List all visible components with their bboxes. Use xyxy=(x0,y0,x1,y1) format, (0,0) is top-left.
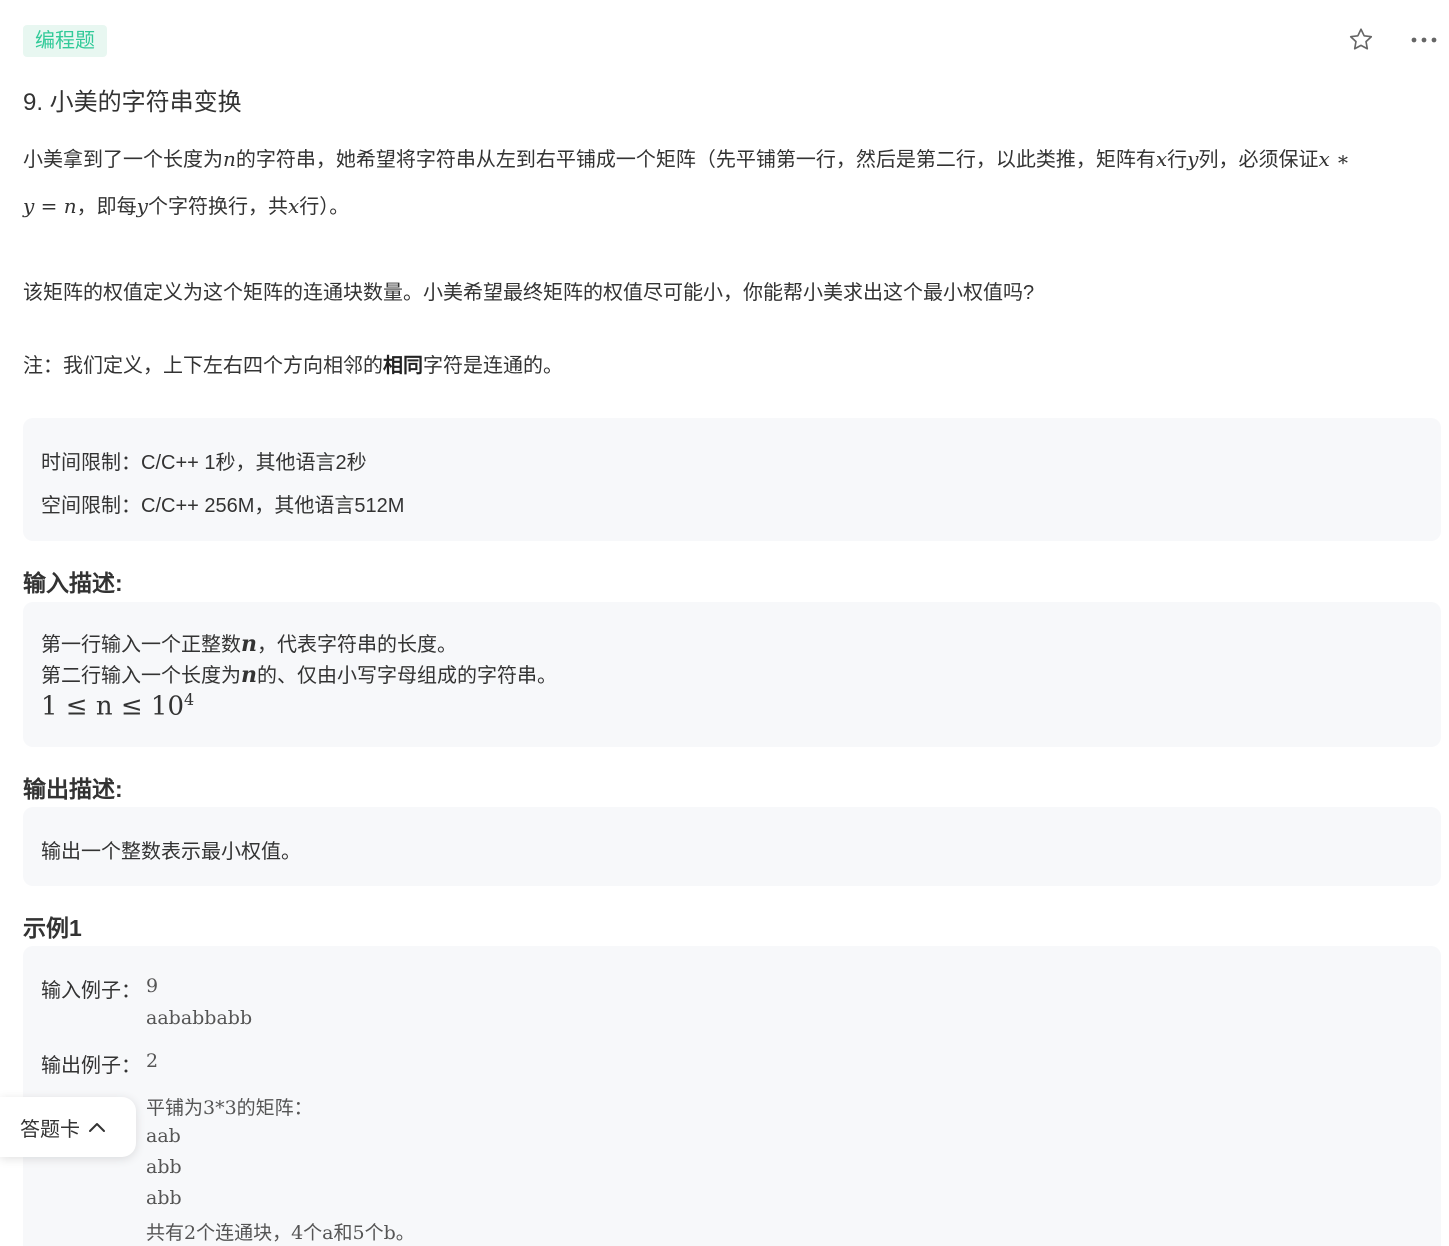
question-type-tag: 编程题 xyxy=(23,25,107,57)
desc-text: 行 xyxy=(1167,149,1188,171)
limits-box: 时间限制：C/C++ 1秒，其他语言2秒 空间限制：C/C++ 256M，其他语… xyxy=(23,418,1441,541)
example-input-label: 输入例子： xyxy=(41,980,141,1002)
desc-text: 的字符串，她希望将字符串从左到右平铺成一个矩阵（先平铺第一行，然后是第二行，以此… xyxy=(235,149,1156,171)
example-input-line: aababbabb xyxy=(146,1007,253,1029)
math-n: n xyxy=(241,631,257,657)
desc-text: 列，必须保证 xyxy=(1198,149,1319,171)
problem-description-note: 注：我们定义，上下左右四个方向相邻的相同字符是连通的。 xyxy=(23,343,1433,389)
more-icon[interactable] xyxy=(1409,30,1439,50)
problem-description-p3: 该矩阵的权值定义为这个矩阵的连通块数量。小美希望最终矩阵的权值尽可能小，你能帮小… xyxy=(23,282,1035,304)
desc-text: 行）。 xyxy=(299,196,350,218)
input-box: 第一行输入一个正整数n，代表字符串的长度。 第二行输入一个长度为n的、仅由小写字… xyxy=(23,602,1441,747)
note-text: 字符是连通的。 xyxy=(423,355,563,377)
star-icon[interactable] xyxy=(1347,26,1375,54)
math-y: y xyxy=(136,194,148,218)
chevron-up-icon xyxy=(89,1123,105,1132)
input-text: 第一行输入一个正整数 xyxy=(41,634,241,656)
math-x: x xyxy=(1155,147,1168,171)
desc-text: ，即每 xyxy=(76,196,137,218)
desc-text: 个字符换行，共 xyxy=(147,196,288,218)
math-n: n xyxy=(223,147,236,171)
problem-description-p1: 小美拿到了一个长度为n的字符串，她希望将字符串从左到右平铺成一个矩阵（先平铺第一… xyxy=(23,136,1433,230)
math-y-eq-n: y = n xyxy=(23,194,77,218)
problem-title: 9. 小美的字符串变换 xyxy=(23,89,242,116)
answer-card-button[interactable]: 答题卡 xyxy=(0,1097,136,1157)
output-heading: 输出描述: xyxy=(23,776,123,802)
example-explain-line: 共有2个连通块，4个a和5个b。 xyxy=(146,1222,415,1244)
example-output-label: 输出例子： xyxy=(41,1055,141,1077)
desc-text: 小美拿到了一个长度为 xyxy=(23,149,223,171)
top-bar: 编程题 xyxy=(0,0,1449,70)
answer-card-label: 答题卡 xyxy=(20,1118,80,1141)
example-explain-line: 平铺为3*3的矩阵： xyxy=(146,1097,313,1119)
input-heading: 输入描述: xyxy=(23,570,123,596)
example-heading: 示例1 xyxy=(23,915,82,941)
example-input-line: 9 xyxy=(146,975,159,997)
output-box: 输出一个整数表示最小权值。 xyxy=(23,807,1441,886)
math-y: y xyxy=(1187,147,1199,171)
math-x: x xyxy=(287,194,300,218)
note-text: 注：我们定义，上下左右四个方向相邻的 xyxy=(23,355,383,377)
input-constraint: 1 ≤ n ≤ 104 xyxy=(41,690,194,722)
math-x-times: x ∗ xyxy=(1318,147,1350,171)
input-text: 第二行输入一个长度为 xyxy=(41,665,241,687)
example-explain-line: abb xyxy=(146,1187,182,1209)
example-box: 输入例子： 9 aababbabb 输出例子： 2 平铺为3*3的矩阵： aab… xyxy=(23,946,1441,1246)
input-text: ，代表字符串的长度。 xyxy=(257,634,457,656)
input-line-1: 第一行输入一个正整数n，代表字符串的长度。 xyxy=(41,628,457,657)
input-text: 的、仅由小写字母组成的字符串。 xyxy=(257,665,557,687)
example-explain-line: aab xyxy=(146,1125,181,1147)
math-n: n xyxy=(241,662,257,688)
example-explain-line: abb xyxy=(146,1156,182,1178)
space-limit: 空间限制：C/C++ 256M，其他语言512M xyxy=(41,495,405,517)
constraint-exponent: 4 xyxy=(184,690,195,709)
example-output-value: 2 xyxy=(146,1050,159,1072)
output-description: 输出一个整数表示最小权值。 xyxy=(41,841,301,863)
note-bold: 相同 xyxy=(383,355,423,377)
time-limit: 时间限制：C/C++ 1秒，其他语言2秒 xyxy=(41,452,367,474)
input-line-2: 第二行输入一个长度为n的、仅由小写字母组成的字符串。 xyxy=(41,659,557,688)
constraint-base: 1 ≤ n ≤ 10 xyxy=(41,691,184,722)
